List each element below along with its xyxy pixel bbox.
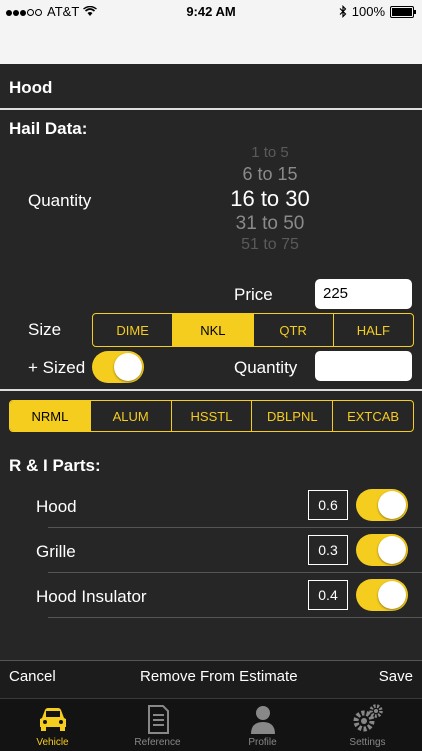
panel-type-alum[interactable]: ALUM: [91, 401, 172, 431]
ri-part-toggle[interactable]: [356, 579, 408, 611]
quantity-picker[interactable]: 1 to 5 6 to 15 16 to 30 31 to 50 51 to 7…: [200, 142, 340, 262]
size-dime[interactable]: DIME: [93, 314, 174, 346]
picker-option[interactable]: 51 to 75: [200, 236, 340, 254]
action-bar: Cancel Remove From Estimate Save: [0, 660, 422, 699]
size-segmented-control[interactable]: DIME NKL QTR HALF: [92, 313, 414, 347]
panel-title: Hood: [9, 78, 53, 97]
ri-part-value[interactable]: 0.6: [308, 490, 348, 520]
divider: [0, 389, 422, 391]
person-icon: [251, 706, 275, 734]
gears-icon: [353, 704, 383, 732]
quantity2-input[interactable]: [315, 351, 412, 381]
toggle-knob: [114, 353, 142, 381]
battery-percent: 100%: [351, 4, 385, 19]
car-icon: [40, 708, 66, 731]
tab-settings[interactable]: Settings: [315, 699, 420, 751]
toggle-knob: [378, 581, 406, 609]
ri-part-toggle[interactable]: [356, 489, 408, 521]
panel-content: Hood Hail Data: Quantity 1 to 5 6 to 15 …: [0, 64, 422, 660]
ri-part-value[interactable]: 0.4: [308, 580, 348, 610]
panel-type-nrml[interactable]: NRML: [10, 401, 91, 431]
tab-label: Settings: [349, 737, 386, 748]
document-icon: [148, 705, 169, 734]
status-bar: AT&T 9:42 AM 100%: [0, 0, 422, 22]
row-divider: [48, 617, 422, 618]
panel-type-extcab[interactable]: EXTCAB: [333, 401, 413, 431]
ri-part-name: Grille: [36, 542, 76, 561]
ri-part-toggle[interactable]: [356, 534, 408, 566]
panel-type-segmented-control[interactable]: NRML ALUM HSSTL DBLPNL EXTCAB: [9, 400, 414, 432]
size-half[interactable]: HALF: [334, 314, 413, 346]
price-label: Price: [234, 285, 273, 304]
tab-label: Reference: [134, 737, 181, 748]
ri-part-name: Hood Insulator: [36, 587, 147, 606]
oversized-toggle[interactable]: [92, 351, 144, 383]
ri-part-name: Hood: [36, 497, 77, 516]
divider: [0, 108, 422, 110]
save-button[interactable]: Save: [379, 668, 413, 685]
cancel-button[interactable]: Cancel: [9, 668, 56, 685]
tab-label: Profile: [248, 737, 277, 748]
quantity-label: Quantity: [28, 191, 92, 210]
panel-type-hsstl[interactable]: HSSTL: [172, 401, 253, 431]
status-right: 100%: [339, 4, 416, 19]
row-divider: [48, 527, 422, 528]
ri-part-value[interactable]: 0.3: [308, 535, 348, 565]
tab-profile[interactable]: Profile: [210, 699, 315, 751]
remove-from-estimate-button[interactable]: Remove From Estimate: [140, 668, 298, 685]
size-qtr[interactable]: QTR: [254, 314, 334, 346]
picker-option[interactable]: 31 to 50: [200, 213, 340, 235]
tab-label: Vehicle: [36, 737, 69, 748]
battery-icon: [390, 5, 416, 18]
toggle-knob: [378, 536, 406, 564]
hail-data-title: Hail Data:: [9, 119, 88, 138]
size-nkl[interactable]: NKL: [173, 314, 254, 346]
panel-type-dblpnl[interactable]: DBLPNL: [252, 401, 334, 431]
tab-bar: Vehicle Reference Profile Settings: [0, 698, 422, 751]
tab-vehicle[interactable]: Vehicle: [0, 699, 105, 751]
row-divider: [48, 572, 422, 573]
tab-reference[interactable]: Reference: [105, 699, 210, 751]
size-label: Size: [28, 320, 62, 339]
toggle-knob: [378, 491, 406, 519]
picker-option[interactable]: 1 to 5: [200, 144, 340, 161]
navigation-bar: [0, 22, 422, 64]
ri-parts-title: R & I Parts:: [9, 456, 101, 475]
picker-option-selected[interactable]: 16 to 30: [200, 186, 340, 212]
bluetooth-icon: [339, 5, 347, 18]
oversized-label: + Sized: [28, 358, 86, 377]
price-input[interactable]: 225: [315, 279, 412, 309]
quantity2-label: Quantity: [234, 358, 298, 377]
picker-option[interactable]: 6 to 15: [200, 164, 340, 185]
